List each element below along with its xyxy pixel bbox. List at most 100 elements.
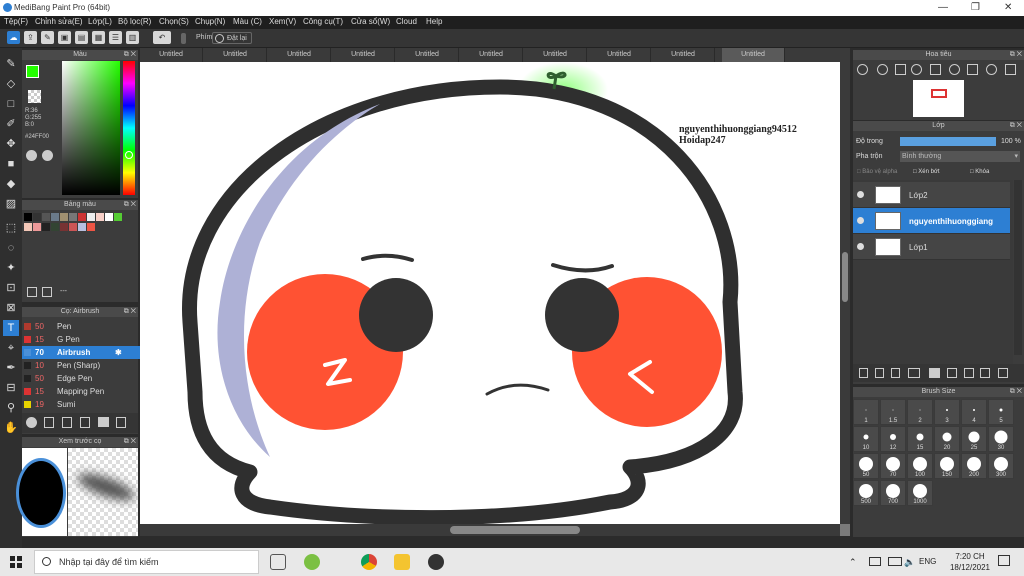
magic-wand-icon[interactable]: ✦ [3,260,19,276]
brush-settings-icon[interactable]: ✱ [115,346,122,359]
brush-new-icon[interactable] [44,417,54,428]
delete-layer-icon[interactable] [998,368,1008,378]
brush-size-1[interactable]: 1 [853,399,879,425]
brush-tool-icon[interactable]: ✎ [3,56,19,72]
select-pen-icon[interactable]: ⊡ [3,280,19,296]
brush-item[interactable]: 15 G Pen [22,333,140,346]
undo-icon[interactable]: ↶ [153,31,171,44]
swatch[interactable] [60,223,68,231]
transparent-swatch[interactable] [28,90,41,103]
lock-checkbox[interactable]: □ Khóa [970,169,989,175]
share-icon[interactable]: ⇪ [24,31,37,44]
new-halftone-icon[interactable] [875,368,884,378]
comment-icon[interactable]: ✎ [41,31,54,44]
saturation-picker[interactable] [62,61,120,195]
hand-tool-icon[interactable]: ✋ [3,420,19,436]
swatch[interactable] [114,213,122,221]
zoom-icon[interactable] [877,64,888,75]
swatch[interactable] [87,213,95,221]
palette-delete-icon[interactable] [42,287,52,297]
operation-tool-icon[interactable]: ⌖ [3,340,19,356]
brush-folder-icon[interactable] [98,417,109,427]
brush-close-icon[interactable]: ⧉ ✕ [124,307,136,317]
brush-cloud-icon[interactable] [26,417,37,428]
select-tool-icon[interactable]: ⬚ [3,220,19,236]
volume-icon[interactable]: 🔈 [904,557,915,568]
rotate-left-icon[interactable] [949,64,960,75]
brush-size-close-icon[interactable]: ⧉ ✕ [1010,387,1022,397]
language-indicator[interactable]: ENG [919,557,936,566]
zoom-out-icon[interactable] [911,64,922,75]
fill-rect-tool-icon[interactable]: ■ [3,156,19,172]
new-layer-icon[interactable] [859,368,868,378]
brush-size-2[interactable]: 2 [907,399,933,425]
brush-delete-icon[interactable] [116,417,126,428]
add-layer-menu-icon[interactable] [908,368,920,378]
divide-tool-icon[interactable]: ⊟ [3,380,19,396]
merge-icon[interactable] [964,368,974,378]
foreground-swatch[interactable] [26,65,39,78]
layer-scrollbar[interactable] [1014,180,1022,355]
color-wheel-icon[interactable] [26,150,37,161]
doc-tab[interactable]: Untitled [140,48,203,62]
layer-close-icon[interactable]: ⧉ ✕ [1010,121,1022,131]
visibility-icon[interactable] [857,243,864,250]
hue-handle[interactable] [125,151,133,159]
visibility-icon[interactable] [857,217,864,224]
swatch[interactable] [51,213,59,221]
swatch[interactable] [69,213,77,221]
duplicate-icon[interactable] [947,368,957,378]
swatch[interactable] [105,213,113,221]
brush-size-25[interactable]: 25 [961,426,987,452]
opacity-slider[interactable] [900,137,996,146]
brush-item[interactable]: 10 Pen (Sharp) [22,359,140,372]
doc-tab[interactable]: Untitled [588,48,651,62]
notification-icon[interactable] [998,555,1010,566]
cloud-icon[interactable]: ☁ [7,31,20,44]
taskbar-search[interactable]: Nhập tại đây để tìm kiếm [34,550,259,574]
menu-edit[interactable]: Chỉnh sửa(E) [35,17,83,26]
move-tool-icon[interactable]: ✥ [3,136,19,152]
brush-size-4[interactable]: 4 [961,399,987,425]
menu-view[interactable]: Xem(V) [269,17,296,26]
menu-cloud[interactable]: Cloud [396,17,417,26]
clock-date[interactable]: 18/12/2021 [945,563,995,572]
list-icon[interactable]: ☰ [109,31,122,44]
palette-new-icon[interactable] [27,287,37,297]
brush-size-150[interactable]: 150 [934,453,960,479]
eraser-tool-icon[interactable]: ◇ [3,76,19,92]
lock-view-icon[interactable] [1005,64,1016,75]
swatch[interactable] [24,213,32,221]
file-explorer-icon[interactable] [394,554,410,570]
clip-checkbox[interactable]: □ Xén bớt [913,169,940,175]
menu-color[interactable]: Màu (C) [233,17,262,26]
swatch[interactable] [42,223,50,231]
doc-tab[interactable]: Untitled [268,48,331,62]
brush-size-50[interactable]: 50 [853,453,879,479]
restore-icon[interactable]: ❐ [971,2,980,13]
brush-size-500[interactable]: 500 [853,480,879,506]
preview-close-icon[interactable]: ⧉ ✕ [124,437,136,447]
brush-size-30[interactable]: 30 [988,426,1014,452]
vertical-scrollbar[interactable] [840,62,850,524]
brush-size-100[interactable]: 100 [907,453,933,479]
grid-icon[interactable]: ▦ [92,31,105,44]
bucket-tool-icon[interactable]: ◆ [3,176,19,192]
brush-size-15[interactable]: 15 [907,426,933,452]
zoom-in-icon[interactable] [857,64,868,75]
swatch[interactable] [96,213,104,221]
chrome-icon[interactable] [361,554,377,570]
new-8bit-icon[interactable] [891,368,900,378]
menu-window[interactable]: Cửa sổ(W) [351,17,390,26]
battery-icon[interactable] [888,557,902,566]
rotate-right-icon[interactable] [986,64,997,75]
brush-size-200[interactable]: 200 [961,453,987,479]
layer-row[interactable]: Lớp2 [853,182,1010,208]
swatch[interactable] [33,213,41,221]
swatch[interactable] [33,223,41,231]
brush-size-70[interactable]: 70 [880,453,906,479]
swatch[interactable] [78,213,86,221]
text-tool-icon[interactable]: T [3,320,19,336]
protect-alpha-checkbox[interactable]: □ Bảo vệ alpha [857,169,897,175]
swatch[interactable] [87,223,95,231]
